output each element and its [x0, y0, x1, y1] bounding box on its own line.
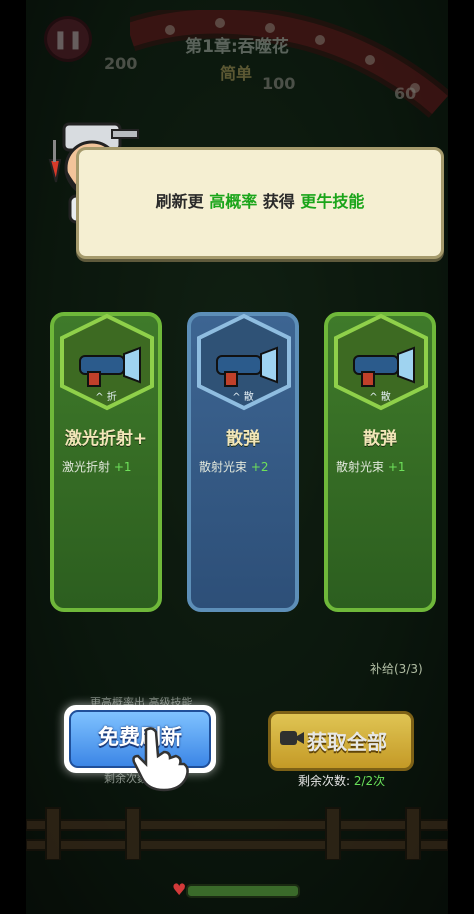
get-all-label: 获取全部	[307, 730, 387, 754]
tip-text: 刷新更 高概率 获得 更牛技能	[79, 188, 441, 212]
skill-card-3[interactable]: ^ 散 散弹 散射光束 +1	[324, 312, 436, 612]
skill-name: 散弹	[226, 429, 260, 449]
tap-hand-icon	[132, 727, 189, 792]
skill-desc-text: 散射光束	[199, 460, 248, 474]
game-stage: ❚❚ 第1章:吞噬花 简单 200 100 60 刷新更 高概率 获得 更牛技能	[0, 0, 474, 914]
skill-desc-text: 激光折射	[62, 460, 111, 474]
get-all-button[interactable]: 获取全部	[268, 711, 414, 771]
skill-tag: ^ 散	[232, 392, 254, 403]
heart-icon: ♥	[172, 880, 187, 899]
tip-bubble: 刷新更 高概率 获得 更牛技能	[76, 147, 444, 259]
tip-highlight-probability: 高概率	[209, 192, 258, 211]
skill-card-2[interactable]: ^ 散 散弹 散射光束 +2	[187, 312, 299, 612]
remaining-label: 剩余次数:	[298, 774, 354, 788]
skill-card-1[interactable]: ^ 折 激光折射+ 激光折射 +1	[50, 312, 162, 612]
health-bar	[186, 884, 300, 898]
supply-counter[interactable]: 补给(3/3)	[370, 660, 423, 677]
tip-text-a: 刷新更	[155, 192, 204, 211]
skill-name: 散弹	[363, 429, 397, 449]
remaining-count: 2/2次	[353, 774, 386, 788]
skill-tag: ^ 折	[95, 392, 117, 403]
get-all-remaining: 剩余次数: 2/2次	[298, 772, 385, 789]
tip-text-c: 获得	[262, 192, 295, 211]
skill-name: 激光折射+	[64, 429, 148, 449]
tip-highlight-skill: 更牛技能	[300, 192, 365, 211]
skill-level-plus: +1	[387, 460, 406, 474]
skill-level-plus: +1	[113, 460, 132, 474]
video-icon	[280, 731, 304, 745]
right-letterbox	[448, 0, 474, 914]
skill-desc: 激光折射 +1	[62, 458, 132, 475]
skill-desc: 散射光束 +1	[336, 458, 406, 475]
skill-desc-text: 散射光束	[336, 460, 385, 474]
skill-desc: 散射光束 +2	[199, 458, 269, 475]
left-letterbox	[0, 0, 26, 914]
skill-tag: ^ 散	[369, 392, 391, 403]
fence-decoration	[26, 807, 448, 860]
skill-level-plus: +2	[250, 460, 269, 474]
